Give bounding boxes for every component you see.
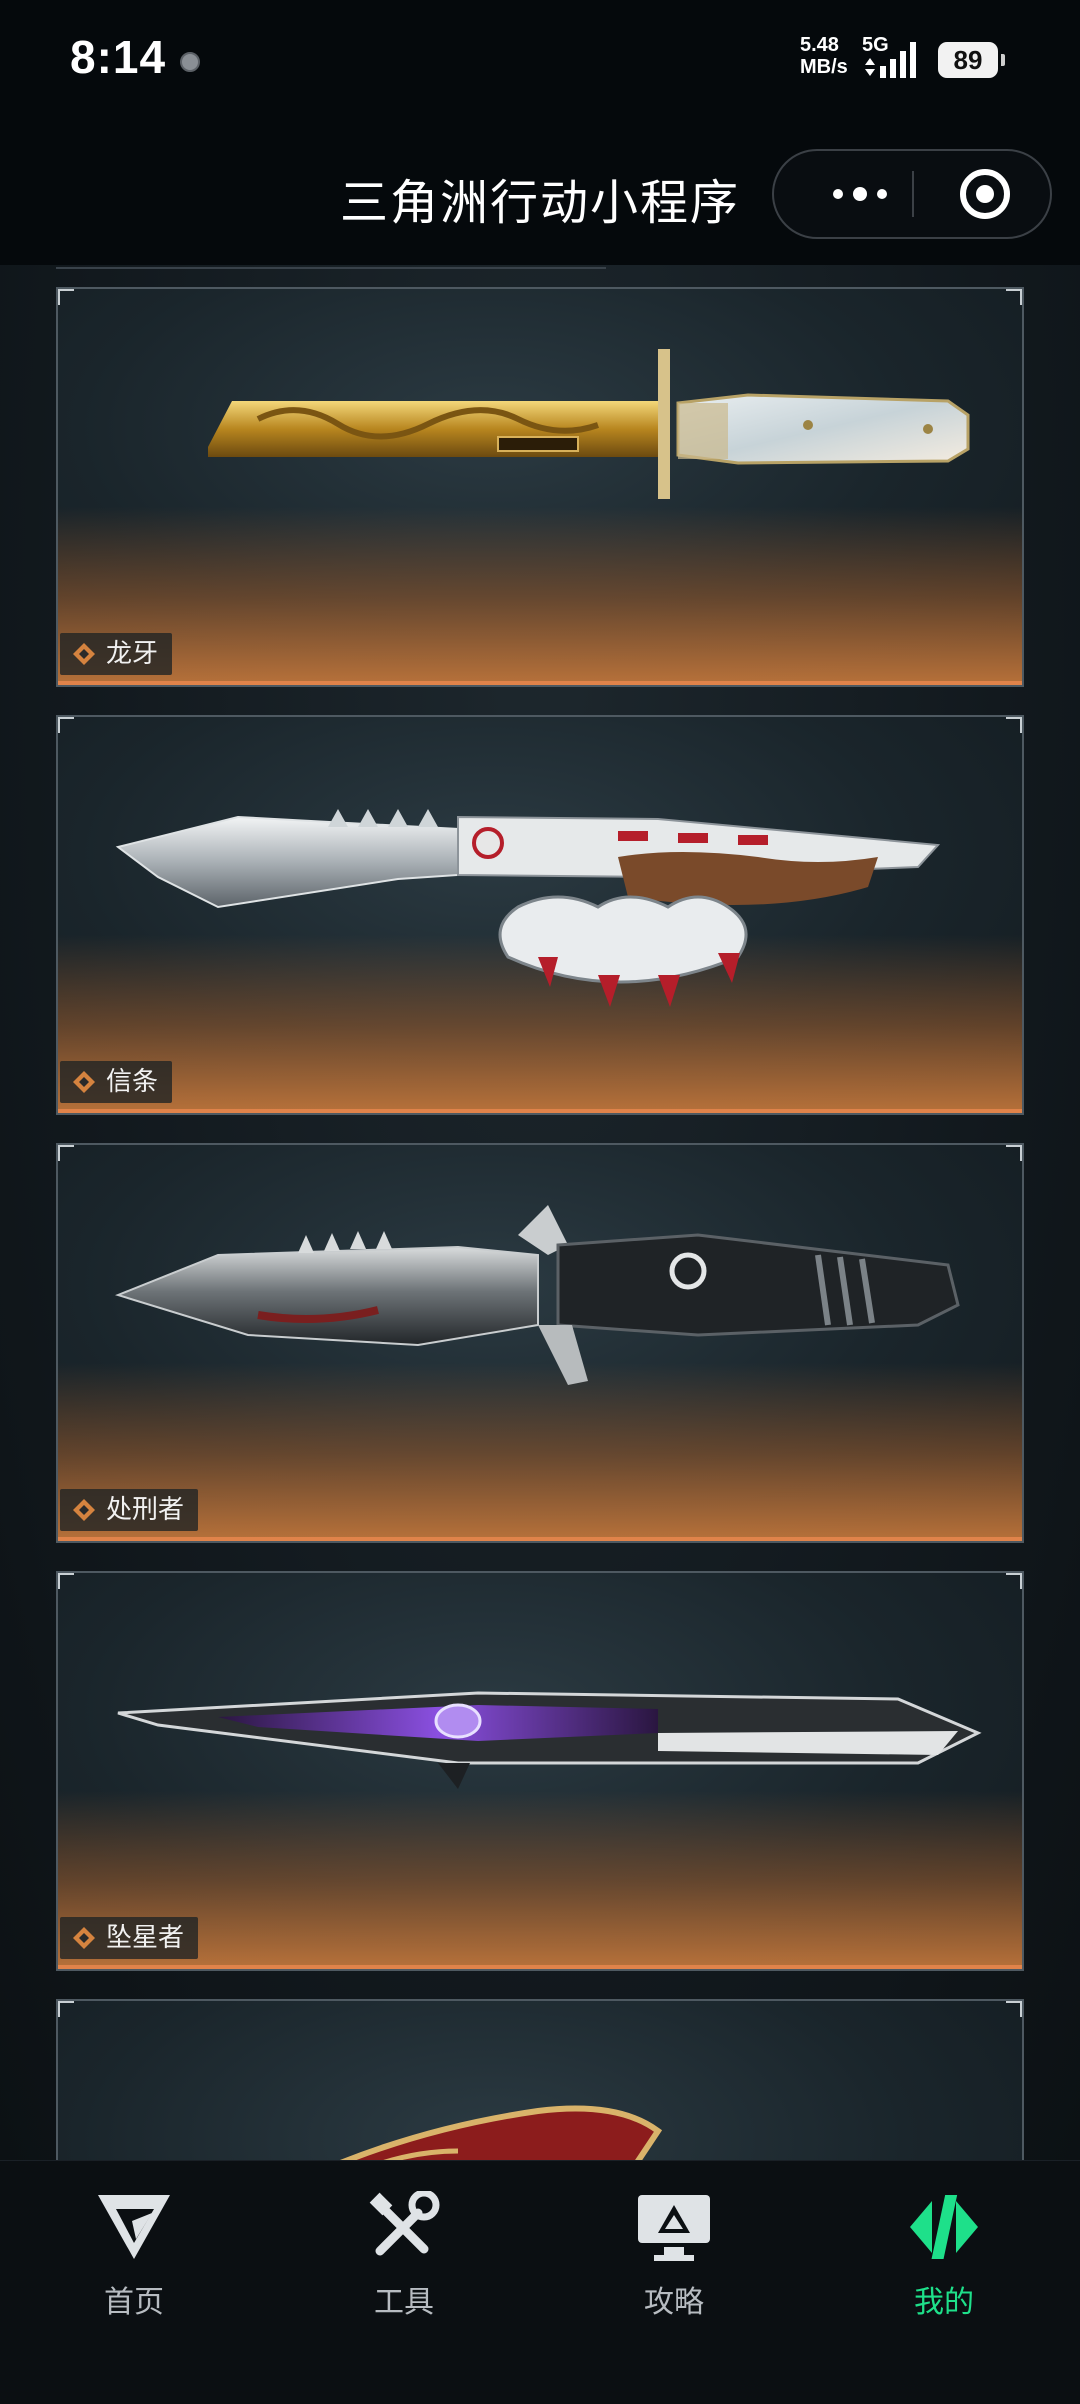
capsule-divider bbox=[912, 171, 914, 217]
diamond-badge-icon bbox=[73, 1499, 95, 1521]
red-dragon-knife-image bbox=[340, 2105, 663, 2160]
knuckle-knife-image: MILLFIELD bbox=[115, 809, 941, 1007]
more-dots-icon[interactable] bbox=[810, 151, 910, 237]
skin-card-executioner[interactable]: 处刑者 bbox=[56, 1143, 1024, 1543]
executioner-knife-image bbox=[114, 1205, 960, 1385]
skin-tag: 信条 bbox=[60, 1061, 173, 1103]
skin-card-dragon-tooth[interactable]: 龙牙 bbox=[56, 287, 1024, 687]
mini-program-capsule bbox=[772, 149, 1052, 239]
bottom-nav: 首页 工具 攻略 我的 bbox=[0, 2160, 1080, 2404]
nav-tools[interactable]: 工具 bbox=[324, 2191, 484, 2341]
skin-name: 信条 bbox=[106, 1067, 159, 1097]
nav-label: 攻略 bbox=[644, 2285, 704, 2320]
close-target-icon[interactable] bbox=[960, 169, 1010, 219]
data-arrows-icon bbox=[865, 58, 875, 76]
skin-card-star-faller[interactable]: 坠星者 bbox=[56, 1571, 1024, 1971]
net-speed-value: 5.48 bbox=[800, 34, 839, 56]
title-bar: 三角洲行动小程序 bbox=[0, 125, 1080, 265]
skin-card-creed[interactable]: MILLFIELD 信条 bbox=[56, 715, 1024, 1115]
skin-list[interactable]: 龙牙 MILLFIELD 信条 bbox=[0, 265, 1080, 2160]
signal-icon bbox=[880, 42, 916, 78]
skin-card-partial[interactable] bbox=[56, 1999, 1024, 2160]
home-logo-icon bbox=[98, 2195, 170, 2259]
nav-home[interactable]: 首页 bbox=[54, 2191, 214, 2341]
diamond-badge-icon bbox=[73, 1927, 95, 1949]
nav-label: 我的 bbox=[914, 2285, 974, 2320]
skin-tag: 龙牙 bbox=[60, 633, 173, 675]
status-time: 8:14 bbox=[70, 31, 167, 83]
nav-label: 首页 bbox=[104, 2285, 164, 2320]
me-logo-icon bbox=[910, 2195, 978, 2259]
diamond-badge-icon bbox=[73, 1071, 95, 1093]
nav-me[interactable]: 我的 bbox=[864, 2191, 1024, 2341]
skin-tag: 坠星者 bbox=[60, 1917, 199, 1959]
page-title: 三角洲行动小程序 bbox=[340, 175, 741, 231]
guide-monitor-icon bbox=[638, 2195, 710, 2261]
tools-icon bbox=[369, 2191, 440, 2256]
purple-star-knife-image bbox=[117, 1691, 982, 1789]
diamond-badge-icon bbox=[73, 643, 95, 665]
status-bar: 8:14 5.48 MB/s 5G 89 bbox=[0, 0, 1080, 125]
skin-name: 坠星者 bbox=[106, 1923, 185, 1953]
nav-label: 工具 bbox=[374, 2285, 434, 2320]
skin-name: 处刑者 bbox=[106, 1495, 185, 1525]
net-speed: 5.48 MB/s bbox=[800, 34, 848, 78]
notification-icon bbox=[180, 52, 200, 72]
skin-tag: 处刑者 bbox=[60, 1489, 199, 1531]
nav-guide[interactable]: 攻略 bbox=[594, 2191, 754, 2341]
divider bbox=[56, 267, 606, 269]
skin-name: 龙牙 bbox=[106, 639, 159, 669]
net-speed-unit: MB/s bbox=[800, 56, 848, 78]
gold-dragon-knife-image bbox=[208, 349, 970, 499]
battery-icon: 89 bbox=[938, 42, 1005, 78]
